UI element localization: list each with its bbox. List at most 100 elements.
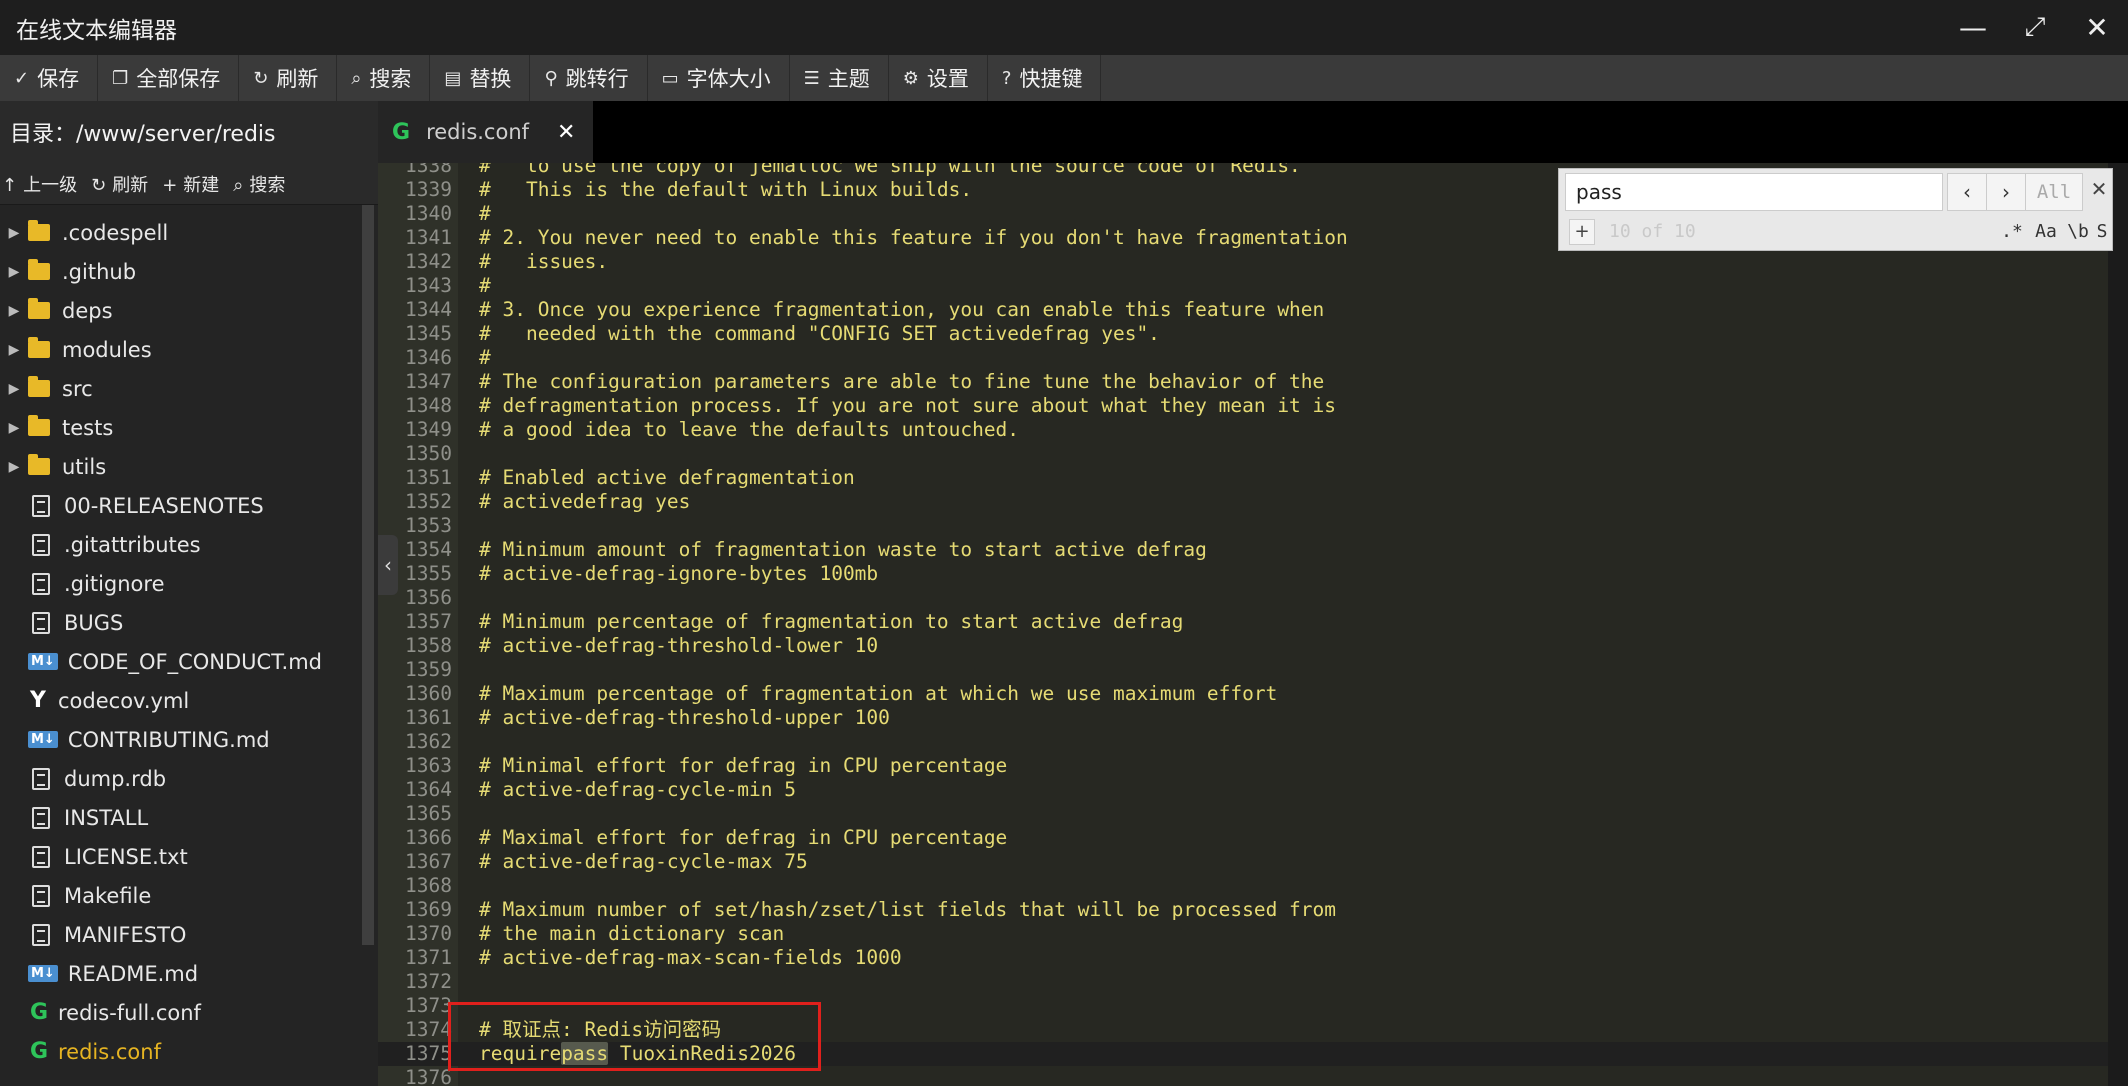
code-line[interactable]: 1349 # a good idea to leave the defaults …	[378, 418, 2108, 442]
file-item[interactable]: M↓ CODE_OF_CONDUCT.md	[0, 642, 362, 681]
case-option[interactable]: Aa	[2031, 219, 2061, 245]
code-line[interactable]: 1346 #	[378, 346, 2108, 370]
file-icon	[32, 767, 50, 790]
code-line[interactable]: 1348 # defragmentation process. If you ar…	[378, 394, 2108, 418]
folder-item[interactable]: ▶ utils	[0, 447, 362, 486]
selection-option[interactable]: S	[2093, 219, 2111, 245]
file-item[interactable]: MANIFESTO	[0, 915, 362, 954]
code-text: # to use the copy of jemalloc we ship wi…	[479, 163, 1301, 177]
code-line[interactable]: 1353	[378, 514, 2108, 538]
code-line[interactable]: 1360 # Maximum percentage of fragmentatio…	[378, 682, 2108, 706]
search-next-icon[interactable]: ›	[1986, 173, 2026, 211]
maximize-icon[interactable]: ⤢	[2004, 0, 2066, 55]
file-item[interactable]: INSTALL	[0, 798, 362, 837]
file-item[interactable]: 00-RELEASENOTES	[0, 486, 362, 525]
save-button[interactable]: ✓ 保存	[0, 55, 99, 101]
search-close-icon[interactable]: ✕	[2087, 177, 2111, 205]
search-input[interactable]	[1565, 173, 1943, 211]
goto-line-button[interactable]: ⚲ 跳转行	[530, 55, 648, 101]
file-item[interactable]: BUGS	[0, 603, 362, 642]
save-all-button[interactable]: ❐ 全部保存	[98, 55, 240, 101]
caret-right-icon[interactable]: ▶	[0, 420, 28, 436]
code-line[interactable]: 1345 # needed with the command "CONFIG SE…	[378, 322, 2108, 346]
caret-right-icon[interactable]: ▶	[0, 459, 28, 475]
code-line[interactable]: 1366 # Maximal effort for defrag in CPU p…	[378, 826, 2108, 850]
file-item[interactable]: .gitignore	[0, 564, 362, 603]
folder-item[interactable]: ▶ .codespell	[0, 213, 362, 252]
file-name: redis.conf	[58, 1039, 161, 1064]
folder-item[interactable]: ▶ src	[0, 369, 362, 408]
settings-button[interactable]: ⚙ 设置	[889, 55, 988, 101]
code-line[interactable]: 1368	[378, 874, 2108, 898]
code-line[interactable]: 1362	[378, 730, 2108, 754]
search-all-button[interactable]: All	[2025, 173, 2083, 211]
code-text: # active-defrag-cycle-max 75	[479, 850, 808, 873]
code-line[interactable]: 1355 # active-defrag-ignore-bytes 100mb	[378, 562, 2108, 586]
tab-redis-conf[interactable]: G redis.conf ✕	[378, 101, 593, 163]
new-file-button[interactable]: + 新建	[160, 171, 231, 197]
caret-right-icon[interactable]: ▶	[0, 342, 28, 358]
file-item[interactable]: LICENSE.txt	[0, 837, 362, 876]
minimize-icon[interactable]: —	[1942, 0, 2004, 55]
file-item[interactable]: M↓ CONTRIBUTING.md	[0, 720, 362, 759]
folder-item[interactable]: ▶ deps	[0, 291, 362, 330]
settings-icon: ⚙	[902, 67, 919, 89]
file-item[interactable]: dump.rdb	[0, 759, 362, 798]
sidebar-scrollbar[interactable]	[362, 205, 374, 945]
caret-right-icon[interactable]: ▶	[0, 225, 28, 241]
code-line[interactable]: 1367 # active-defrag-cycle-max 75	[378, 850, 2108, 874]
caret-right-icon[interactable]: ▶	[0, 264, 28, 280]
folder-item[interactable]: ▶ tests	[0, 408, 362, 447]
code-line[interactable]: 1361 # active-defrag-threshold-upper 100	[378, 706, 2108, 730]
parent-dir-button[interactable]: ↑ 上一级	[0, 171, 89, 197]
editor-scrollbar[interactable]	[2108, 163, 2128, 1086]
tab-close-icon[interactable]: ✕	[557, 120, 575, 145]
file-item[interactable]: M↓ README.md	[0, 954, 362, 993]
caret-right-icon[interactable]: ▶	[0, 381, 28, 397]
word-option[interactable]: \b	[2063, 219, 2093, 245]
code-line[interactable]: 1344 # 3. Once you experience fragmentati…	[378, 298, 2108, 322]
code-line[interactable]: 1359	[378, 658, 2108, 682]
collapse-sidebar-icon[interactable]: ‹	[378, 535, 398, 595]
search-button[interactable]: ⌕ 搜索	[337, 55, 431, 101]
code-line[interactable]: 1352 # activedefrag yes	[378, 490, 2108, 514]
code-line[interactable]: 1363 # Minimal effort for defrag in CPU p…	[378, 754, 2108, 778]
code-editor[interactable]: 1338 # to use the copy of jemalloc we shi…	[378, 163, 2108, 1086]
code-line[interactable]: 1354 # Minimum amount of fragmentation wa…	[378, 538, 2108, 562]
file-item[interactable]: Makefile	[0, 876, 362, 915]
file-item[interactable]: Ycodecov.yml	[0, 681, 362, 720]
refresh-button[interactable]: ↻ 刷新	[239, 55, 338, 101]
code-line[interactable]: 1358 # active-defrag-threshold-lower 10	[378, 634, 2108, 658]
code-line[interactable]: 1365	[378, 802, 2108, 826]
replace-toggle-button[interactable]: +	[1569, 219, 1595, 245]
file-item[interactable]: .gitattributes	[0, 525, 362, 564]
code-line[interactable]: 1356	[378, 586, 2108, 610]
code-line[interactable]: 1347 # The configuration parameters are a…	[378, 370, 2108, 394]
close-icon[interactable]: ✕	[2066, 0, 2128, 55]
code-line[interactable]: 1342 # issues.	[378, 250, 2108, 274]
code-line[interactable]: 1357 # Minimum percentage of fragmentatio…	[378, 610, 2108, 634]
code-line[interactable]: 1371 # active-defrag-max-scan-fields 1000	[378, 946, 2108, 970]
code-line[interactable]: 1372	[378, 970, 2108, 994]
file-item[interactable]: Gredis-full.conf	[0, 993, 362, 1032]
font-size-button[interactable]: ▭ 字体大小	[648, 55, 790, 101]
regex-option[interactable]: .*	[1997, 219, 2027, 245]
code-line[interactable]: 1351 # Enabled active defragmentation	[378, 466, 2108, 490]
code-line[interactable]: 1343 #	[378, 274, 2108, 298]
code-line[interactable]: 1364 # active-defrag-cycle-min 5	[378, 778, 2108, 802]
search-files-button[interactable]: ⌕ 搜索	[231, 171, 297, 197]
folder-item[interactable]: ▶ modules	[0, 330, 362, 369]
code-line[interactable]: 1369 # Maximum number of set/hash/zset/li…	[378, 898, 2108, 922]
replace-button[interactable]: ▤ 替换	[430, 55, 531, 101]
caret-right-icon[interactable]: ▶	[0, 303, 28, 319]
theme-button[interactable]: ☰ 主题	[790, 55, 889, 101]
shortcuts-button[interactable]: ? 快捷键	[988, 55, 1102, 101]
file-item[interactable]: Gredis.conf	[0, 1032, 362, 1071]
line-number: 1340	[405, 202, 452, 225]
code-line[interactable]: 1370 # the main dictionary scan	[378, 922, 2108, 946]
search-prev-icon[interactable]: ‹	[1947, 173, 1987, 211]
code-line[interactable]: 1350	[378, 442, 2108, 466]
folder-item[interactable]: ▶ .github	[0, 252, 362, 291]
refresh-dir-button[interactable]: ↻ 刷新	[89, 171, 160, 197]
code-text: # active-defrag-threshold-upper 100	[479, 706, 890, 729]
